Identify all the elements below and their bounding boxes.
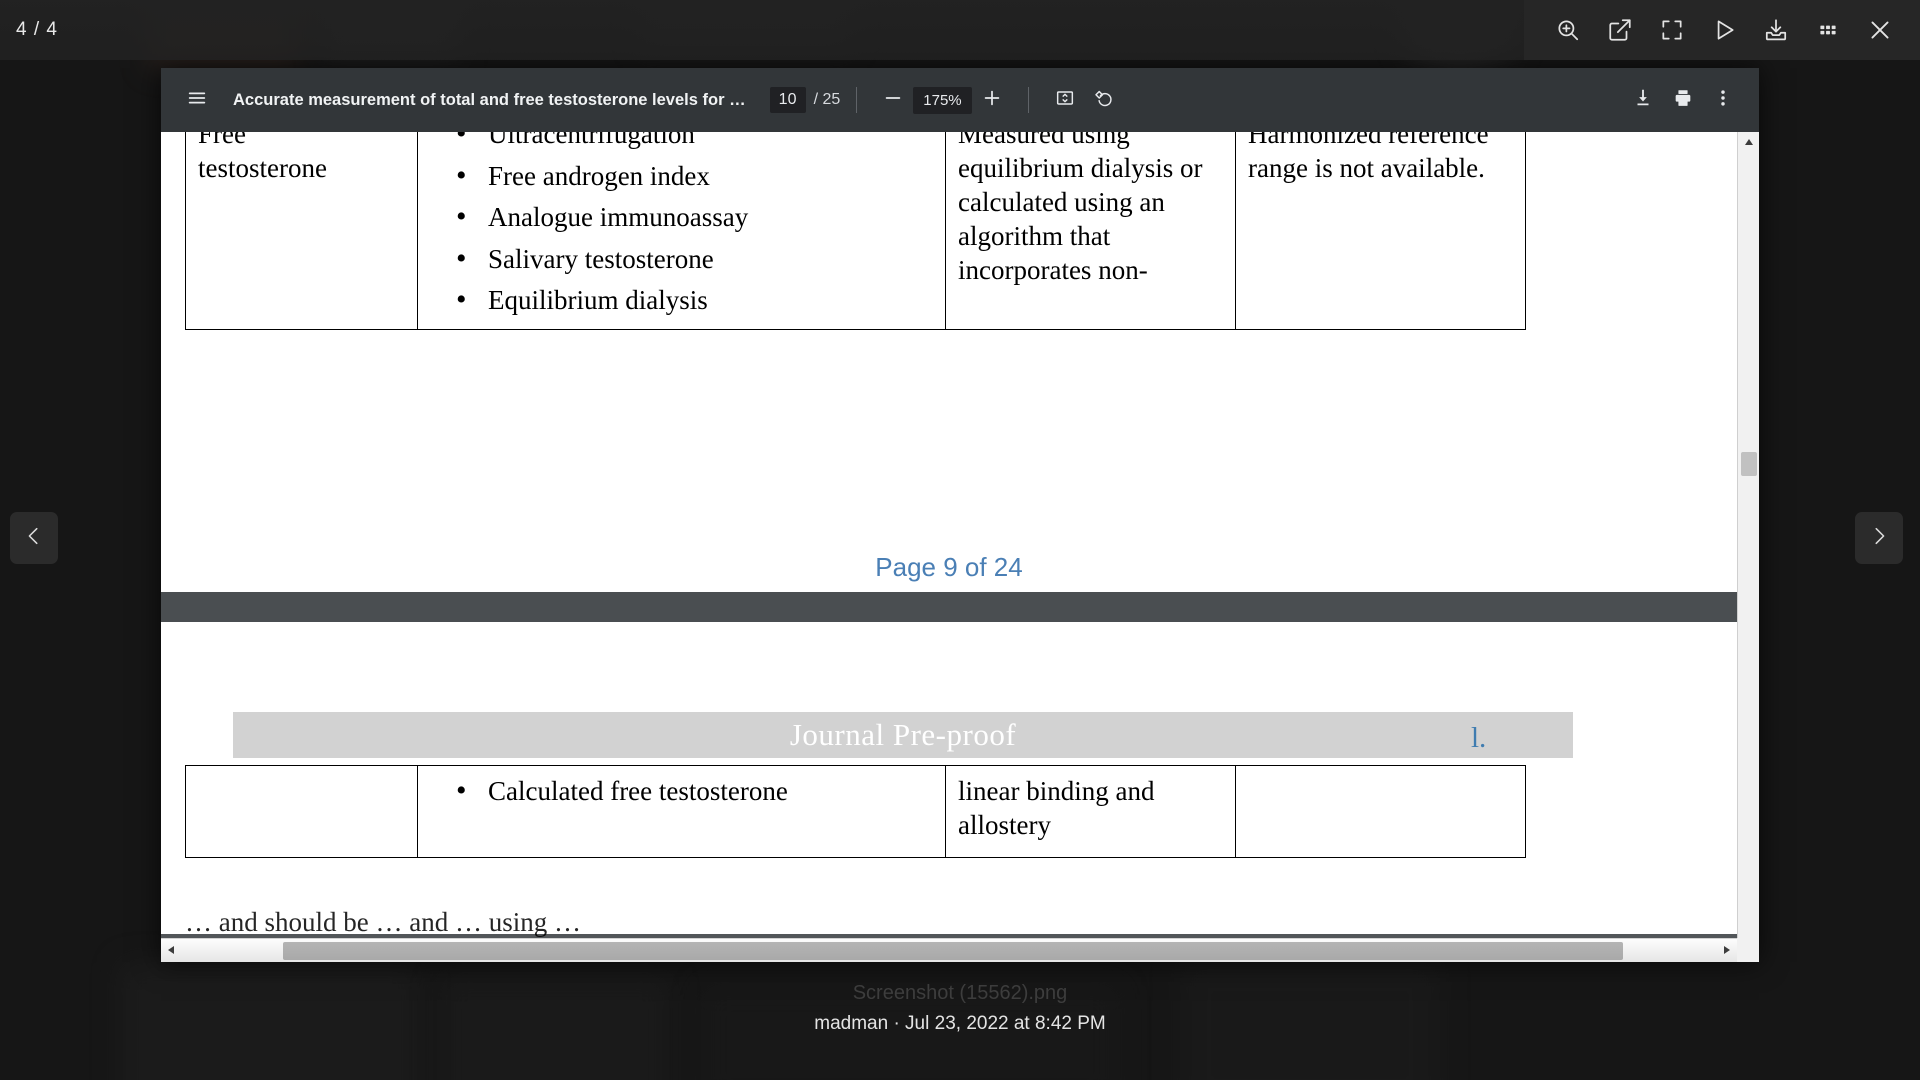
caption-meta: madman · Jul 23, 2022 at 8:42 PM	[814, 1013, 1106, 1034]
zoom-in-icon	[1555, 17, 1581, 43]
download-button[interactable]	[1750, 4, 1802, 56]
grid-view-icon	[1815, 17, 1841, 43]
toolbar-divider	[1027, 87, 1029, 113]
scroll-right-button[interactable]	[1717, 939, 1737, 962]
scroll-up-button[interactable]	[1738, 132, 1759, 152]
scroll-left-button[interactable]	[161, 939, 181, 962]
clipped-text-row: … and should be … and … using …	[185, 907, 581, 937]
slideshow-play-button[interactable]	[1698, 4, 1750, 56]
image-caption: Screenshot (15562).png madman · Jul 23, …	[0, 982, 1920, 1035]
pdf-document-title: Accurate measurement of total and free t…	[233, 90, 746, 109]
table-cell-reference: Harmonized reference range is not availa…	[1235, 132, 1526, 330]
list-item: Salivary testosterone	[430, 240, 935, 278]
zoom-out-button[interactable]	[873, 80, 913, 120]
pdf-page: Freetestosterone Ultracentrifugation Fre…	[161, 132, 1737, 592]
lightbox-action-group	[1524, 0, 1920, 60]
more-vertical-icon	[1712, 87, 1734, 114]
page-total-label: / 25	[813, 91, 841, 108]
list-item: Calculated free testosterone	[430, 772, 935, 810]
page-footer-label: Page 9 of 24	[875, 552, 1023, 582]
grid-view-button[interactable]	[1802, 4, 1854, 56]
open-external-icon	[1607, 17, 1633, 43]
table-cell-methods: Calculated free testosterone	[417, 765, 946, 858]
pdf-toolbar-right-group	[1623, 80, 1743, 120]
caption-filename: Screenshot (15562).png	[852, 982, 1068, 1004]
horizontal-scrollbar-thumb[interactable]	[283, 942, 1623, 960]
pdf-page: … y y l. Journal Pre-proof Calculated fr…	[161, 622, 1737, 937]
fullscreen-icon	[1659, 17, 1685, 43]
method-list: Ultracentrifugation Free androgen index …	[430, 132, 935, 319]
toolbar-divider	[856, 87, 858, 113]
rotate-button[interactable]	[1085, 80, 1125, 120]
blue-text-fragment: l.	[1471, 722, 1487, 754]
fit-page-icon	[1054, 87, 1076, 114]
page-separator	[161, 592, 1737, 622]
triangle-right-icon	[1723, 942, 1731, 960]
rotate-counterclockwise-icon	[1094, 87, 1116, 114]
zoom-in-button[interactable]	[1542, 4, 1594, 56]
chevron-left-icon	[23, 525, 45, 552]
document-table-top: Freetestosterone Ultracentrifugation Fre…	[185, 132, 1526, 330]
close-button[interactable]	[1854, 4, 1906, 56]
pdf-document-viewport[interactable]: Freetestosterone Ultracentrifugation Fre…	[161, 132, 1759, 962]
page-navigation-group: / 25	[769, 87, 841, 113]
image-counter: 4 / 4	[16, 19, 58, 40]
horizontal-scrollbar[interactable]	[161, 938, 1737, 962]
list-item: Free androgen index	[430, 157, 935, 195]
table-cell-analyte	[185, 765, 418, 858]
open-external-button[interactable]	[1594, 4, 1646, 56]
list-item: Equilibrium dialysis	[430, 281, 935, 319]
zoom-level-field[interactable]: 175%	[913, 86, 972, 114]
watermark-text: Journal Pre-proof	[789, 717, 1017, 752]
scrollbar-corner	[1737, 938, 1759, 962]
table-cell-reference	[1235, 765, 1526, 858]
next-image-button[interactable]	[1855, 512, 1903, 564]
pdf-more-options-button[interactable]	[1703, 80, 1743, 120]
table-cell-measurement: linear binding and allostery	[945, 765, 1236, 858]
table-cell-analyte: Free testosterone	[185, 132, 418, 330]
fit-to-page-button[interactable]	[1045, 80, 1085, 120]
page-number-input[interactable]	[769, 87, 806, 113]
download-tray-icon	[1763, 17, 1789, 43]
plus-icon	[981, 87, 1003, 114]
table-row: Freetestosterone Ultracentrifugation Fre…	[185, 132, 1526, 330]
image-lightbox: 4 / 4 Accurate measurement of total and …	[0, 0, 1920, 1080]
printer-icon	[1672, 87, 1694, 114]
minus-icon	[882, 87, 904, 114]
triangle-left-icon	[167, 942, 175, 960]
vertical-scrollbar[interactable]	[1737, 132, 1759, 962]
pdf-download-button[interactable]	[1623, 80, 1663, 120]
previous-image-button[interactable]	[10, 512, 58, 564]
method-list: Calculated free testosterone	[430, 772, 935, 810]
triangle-up-icon	[1744, 133, 1754, 151]
chevron-right-icon	[1868, 525, 1890, 552]
list-item: Ultracentrifugation	[430, 132, 935, 153]
pdf-print-button[interactable]	[1663, 80, 1703, 120]
document-table-bottom: Calculated free testosterone linear bind…	[185, 765, 1526, 858]
lightbox-top-bar: 4 / 4	[0, 0, 1920, 60]
table-cell-methods: Ultracentrifugation Free androgen index …	[417, 132, 946, 330]
list-item: Analogue immunoassay	[430, 198, 935, 236]
journal-preproof-watermark: Journal Pre-proof	[233, 712, 1573, 758]
zoom-in-button[interactable]	[972, 80, 1012, 120]
sidebar-toggle-button[interactable]	[177, 80, 217, 120]
download-icon	[1632, 87, 1654, 114]
hamburger-menu-icon	[186, 87, 208, 114]
pdf-toolbar: Accurate measurement of total and free t…	[161, 68, 1759, 132]
table-row: Calculated free testosterone linear bind…	[185, 765, 1526, 858]
fullscreen-button[interactable]	[1646, 4, 1698, 56]
vertical-scrollbar-thumb[interactable]	[1741, 452, 1757, 476]
pdf-viewer-window: Accurate measurement of total and free t…	[161, 68, 1759, 962]
slideshow-play-icon	[1711, 17, 1737, 43]
close-icon	[1867, 17, 1893, 43]
table-cell-measurement: Measured using equilibrium dialysis or c…	[945, 132, 1236, 330]
